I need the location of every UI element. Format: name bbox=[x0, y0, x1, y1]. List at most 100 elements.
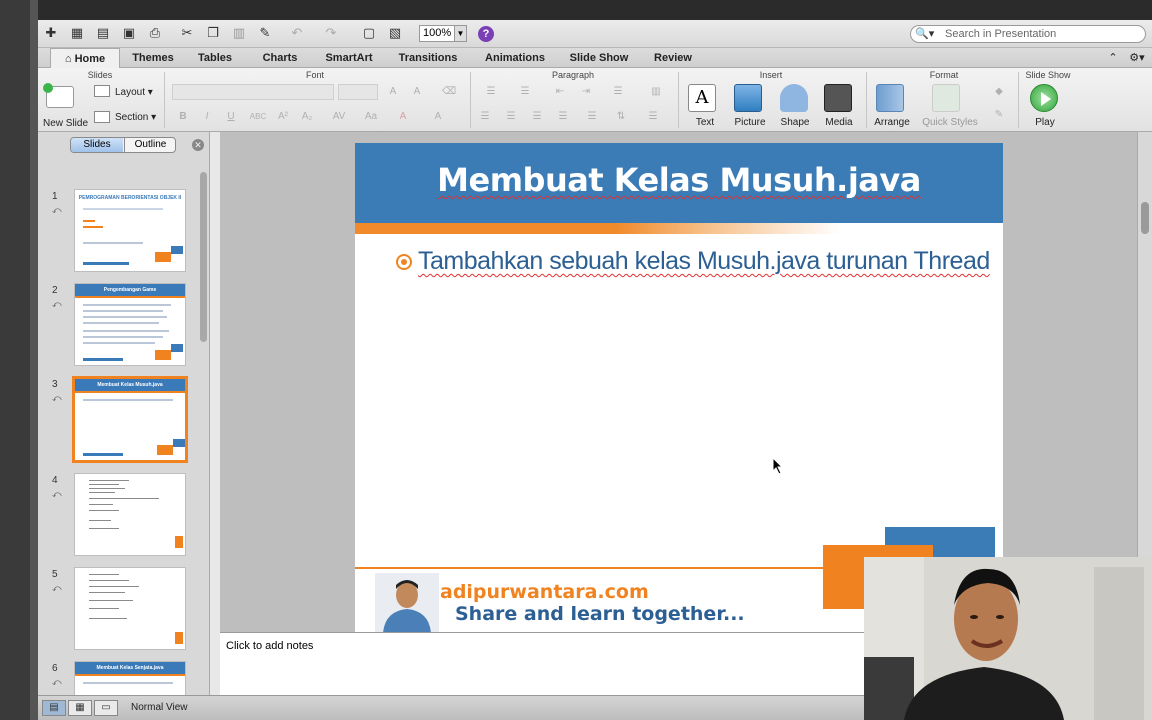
redo-icon[interactable]: ↷ bbox=[322, 25, 340, 42]
bullets-icon[interactable]: ☰ bbox=[478, 85, 504, 99]
help-icon[interactable]: ? bbox=[478, 26, 494, 42]
sidebar-toggle-icon[interactable]: ▧ bbox=[386, 25, 404, 42]
slide-title[interactable]: Membuat Kelas Musuh.java bbox=[355, 161, 1003, 199]
quick-styles-icon[interactable] bbox=[932, 84, 960, 112]
align-text-icon[interactable]: ☰ bbox=[642, 110, 664, 124]
tab-home[interactable]: ⌂ Home bbox=[50, 48, 120, 69]
tab-themes[interactable]: Themes bbox=[126, 48, 180, 68]
slide-thumbnail-1[interactable]: PEMROGRAMAN BERORIENTASI OBJEK II bbox=[74, 189, 186, 272]
play-icon[interactable] bbox=[1030, 84, 1058, 112]
cut-icon[interactable]: ✂ bbox=[178, 25, 196, 42]
gear-icon[interactable]: ⚙▾ bbox=[1126, 48, 1148, 68]
subscript-icon[interactable]: A₂ bbox=[300, 110, 314, 124]
slide-thumbnail-4[interactable] bbox=[74, 473, 186, 556]
new-presentation-icon[interactable]: ✚ bbox=[42, 25, 60, 42]
columns-icon[interactable]: ▥ bbox=[644, 85, 668, 99]
new-slide-icon[interactable] bbox=[43, 83, 74, 108]
zoom-select[interactable]: 100% ▼ bbox=[419, 25, 467, 42]
layout-icon bbox=[94, 85, 110, 97]
tab-tables[interactable]: Tables bbox=[190, 48, 240, 68]
format-painter-icon[interactable]: ✎ bbox=[256, 25, 274, 42]
increase-indent-icon[interactable]: ⇥ bbox=[576, 85, 596, 99]
play-button[interactable]: Play bbox=[1032, 117, 1058, 128]
align-right-icon[interactable]: ☰ bbox=[530, 110, 544, 124]
print-icon[interactable]: ⎙ bbox=[146, 25, 164, 42]
save-icon[interactable]: ▣ bbox=[120, 25, 138, 42]
insert-shape-button[interactable]: Shape bbox=[778, 117, 812, 128]
arrange-icon[interactable] bbox=[876, 84, 904, 112]
thumb-line bbox=[83, 336, 163, 338]
tab-slide-show[interactable]: Slide Show bbox=[566, 48, 632, 68]
tab-slides[interactable]: Slides bbox=[71, 138, 123, 152]
grow-font-icon[interactable]: A bbox=[386, 85, 400, 99]
copy-icon[interactable]: ❐ bbox=[204, 25, 222, 42]
insert-text-button[interactable]: Text bbox=[690, 117, 720, 128]
new-slide-button[interactable]: New Slide bbox=[43, 118, 88, 129]
shrink-font-icon[interactable]: A bbox=[410, 85, 424, 99]
font-name-select[interactable] bbox=[172, 84, 334, 100]
tab-smartart[interactable]: SmartArt bbox=[318, 48, 380, 68]
tab-transitions[interactable]: Transitions bbox=[390, 48, 466, 68]
section-icon bbox=[94, 111, 110, 123]
line-spacing-icon[interactable]: ☰ bbox=[604, 85, 632, 99]
change-case-icon[interactable]: Aa bbox=[360, 110, 382, 124]
open-icon[interactable]: ▤ bbox=[94, 25, 112, 42]
underline-icon[interactable]: U bbox=[224, 110, 238, 124]
justify-icon[interactable]: ☰ bbox=[556, 110, 570, 124]
templates-icon[interactable]: ▦ bbox=[68, 25, 86, 42]
slide-show-view-icon[interactable]: ▭ bbox=[94, 700, 118, 716]
italic-icon[interactable]: I bbox=[200, 110, 214, 124]
tab-charts[interactable]: Charts bbox=[254, 48, 306, 68]
normal-view-icon[interactable]: ▤ bbox=[42, 700, 66, 716]
collapse-ribbon-icon[interactable]: ⌃ bbox=[1106, 48, 1120, 68]
text-direction-icon[interactable]: ⇅ bbox=[610, 110, 632, 124]
tab-home-label: Home bbox=[74, 53, 106, 65]
tab-review[interactable]: Review bbox=[648, 48, 698, 68]
insert-picture-button[interactable]: Picture bbox=[730, 117, 770, 128]
text-effects-icon[interactable]: A bbox=[428, 110, 448, 124]
picture-icon[interactable] bbox=[734, 84, 762, 112]
quick-styles-button[interactable]: Quick Styles bbox=[922, 117, 978, 128]
text-box-icon[interactable]: A bbox=[688, 84, 716, 112]
line-color-icon[interactable]: ✎ bbox=[990, 108, 1008, 122]
strikethrough-icon[interactable]: ABC bbox=[248, 110, 268, 124]
font-color-icon[interactable]: A bbox=[396, 110, 410, 124]
clear-format-icon[interactable]: ⌫ bbox=[442, 85, 456, 99]
paste-icon[interactable]: ▥ bbox=[230, 25, 248, 42]
align-center-icon[interactable]: ☰ bbox=[504, 110, 518, 124]
search-input[interactable]: 🔍▾ Search in Presentation bbox=[910, 25, 1146, 43]
fill-color-icon[interactable]: ◆ bbox=[990, 85, 1008, 99]
media-icon[interactable] bbox=[824, 84, 852, 112]
undo-icon[interactable]: ↶ bbox=[288, 25, 306, 42]
group-format-title: Format bbox=[929, 70, 959, 80]
slide-thumbnail-2[interactable]: Pengembangan Game bbox=[74, 283, 186, 366]
slide-bullet[interactable]: Tambahkan sebuah kelas Musuh.java turuna… bbox=[418, 247, 990, 276]
layout-button[interactable]: Layout ▾ bbox=[115, 87, 153, 98]
tab-animations[interactable]: Animations bbox=[478, 48, 552, 68]
pane-view-toggle: Slides Outline bbox=[70, 137, 176, 153]
insert-media-button[interactable]: Media bbox=[822, 117, 856, 128]
shape-icon[interactable] bbox=[780, 84, 808, 112]
slide-thumbnail-3[interactable]: Membuat Kelas Musuh.java bbox=[72, 376, 188, 463]
arrange-button[interactable]: Arrange bbox=[872, 117, 912, 128]
align-left-icon[interactable]: ☰ bbox=[478, 110, 492, 124]
slide-sorter-icon[interactable]: ▦ bbox=[68, 700, 92, 716]
section-label: Section bbox=[115, 112, 149, 123]
bold-icon[interactable]: B bbox=[176, 110, 190, 124]
superscript-icon[interactable]: A² bbox=[276, 110, 290, 124]
numbering-icon[interactable]: ☰ bbox=[512, 85, 538, 99]
font-size-select[interactable] bbox=[338, 84, 378, 100]
group-insert-title: Insert bbox=[759, 70, 783, 80]
distribute-icon[interactable]: ☰ bbox=[582, 110, 602, 124]
section-button[interactable]: Section ▾ bbox=[115, 112, 156, 123]
thumb-code-line bbox=[89, 528, 119, 529]
pane-scrollbar[interactable] bbox=[200, 172, 207, 342]
tab-outline[interactable]: Outline bbox=[124, 138, 175, 152]
slide-thumbnail-6[interactable]: Membuat Kelas Senjata.java bbox=[74, 661, 186, 695]
gallery-icon[interactable]: ▢ bbox=[360, 25, 378, 42]
scrollbar-thumb[interactable] bbox=[1141, 202, 1149, 234]
close-icon[interactable]: ✕ bbox=[192, 139, 204, 151]
slide-thumbnail-5[interactable] bbox=[74, 567, 186, 650]
char-spacing-icon[interactable]: AV bbox=[328, 110, 350, 124]
decrease-indent-icon[interactable]: ⇤ bbox=[550, 85, 570, 99]
